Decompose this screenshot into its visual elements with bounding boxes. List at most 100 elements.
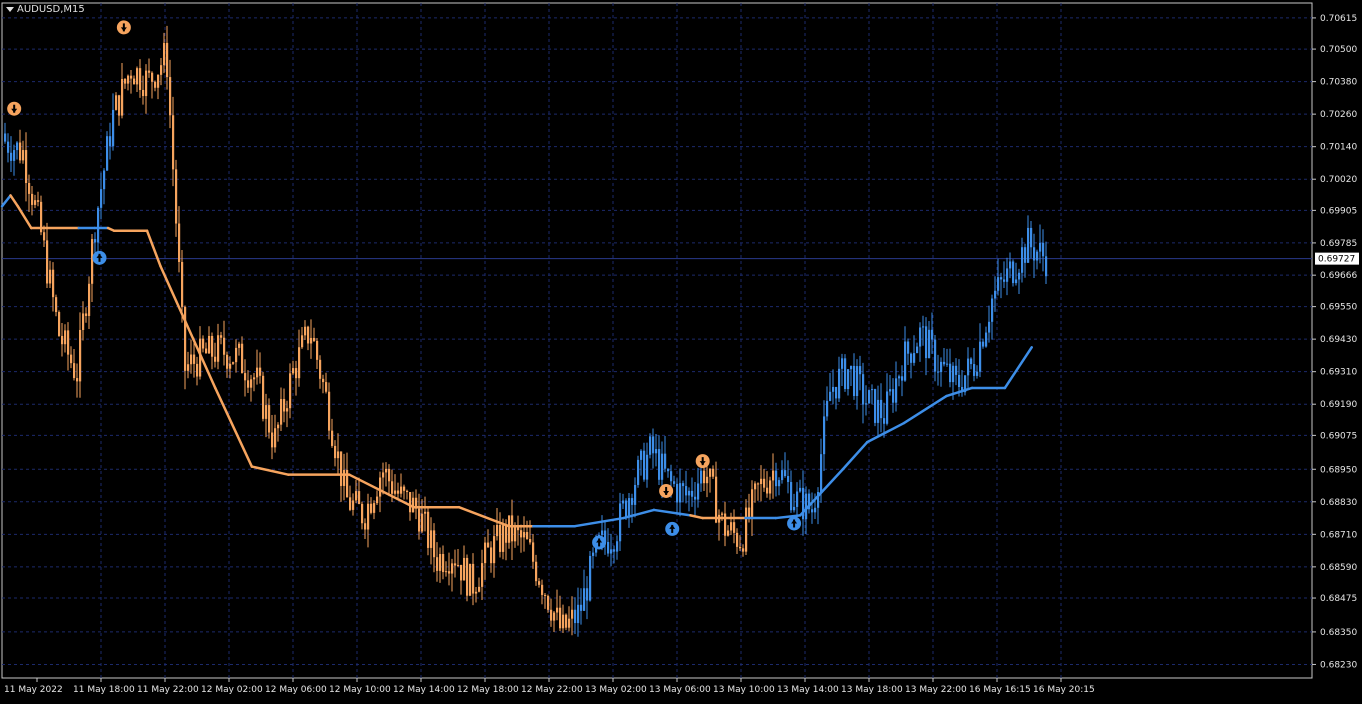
y-tick-label: 0.68230 (1320, 660, 1357, 670)
x-tick-label: 12 May 18:00 (457, 685, 519, 695)
candle-body (763, 478, 766, 488)
candle-body (229, 363, 232, 369)
y-tick-label: 0.70140 (1320, 143, 1357, 153)
candle-body (754, 483, 757, 490)
price-chart[interactable]: 0.70615 0.70500 0.70380 0.70260 0.70140 0.700… (0, 0, 1362, 700)
candle-body (937, 371, 940, 373)
candle-body (931, 329, 934, 340)
candle-body (472, 563, 475, 594)
candle-body (322, 378, 325, 383)
candle-body (859, 366, 862, 375)
candle-body (127, 75, 130, 84)
candle-body (247, 380, 250, 388)
candle-body (13, 150, 16, 161)
candle-body (703, 470, 706, 484)
candle-body (1045, 256, 1048, 277)
buy-arrow-icon (787, 516, 802, 531)
candle-body (580, 604, 583, 611)
x-tick-label: 13 May 18:00 (841, 685, 903, 695)
candle-body (691, 490, 694, 497)
candle-body (871, 389, 874, 391)
candle-body (601, 530, 604, 535)
candle-body (793, 506, 796, 511)
candle-body (904, 341, 907, 381)
candle-body (79, 329, 82, 382)
candle-body (166, 42, 169, 78)
candle-body (766, 487, 769, 494)
candle-body (934, 339, 937, 372)
x-tick-label: 13 May 10:00 (713, 685, 775, 695)
candle-body (877, 399, 880, 423)
y-tick-label: 0.70615 (1320, 14, 1357, 24)
candle-body (889, 389, 892, 392)
candle-body (865, 403, 868, 405)
candle-body (337, 451, 340, 459)
candle-body (154, 81, 157, 88)
candle-body (97, 207, 100, 243)
candle-body (1006, 268, 1009, 282)
x-tick-label: 13 May 22:00 (905, 685, 967, 695)
candle-body (148, 70, 151, 73)
candle-body (301, 335, 304, 348)
candle-body (4, 133, 7, 142)
candle-body (919, 327, 922, 347)
candle-body (742, 548, 745, 552)
candle-body (622, 500, 625, 504)
candle-body (103, 170, 106, 190)
candle-body (616, 541, 619, 552)
candle-body (175, 169, 178, 224)
candle-body (733, 522, 736, 533)
candle-body (541, 584, 544, 595)
candle-body (259, 367, 262, 376)
candle-body (772, 470, 775, 481)
candle-body (649, 436, 652, 455)
candle-body (124, 78, 127, 84)
candle-body (820, 454, 823, 493)
dropdown-triangle-icon[interactable] (6, 7, 14, 12)
y-tick-label: 0.69666 (1320, 271, 1357, 281)
candle-body (145, 70, 148, 97)
x-tick-label: 11 May 2022 (4, 685, 63, 695)
candle-body (10, 152, 13, 161)
candle-body (397, 490, 400, 494)
candle-body (514, 526, 517, 542)
candle-body (457, 565, 460, 567)
candle-body (748, 507, 751, 518)
candle-body (928, 329, 931, 359)
candle-body (946, 363, 949, 365)
candle-body (955, 365, 958, 375)
candle-body (970, 358, 973, 365)
candle-body (826, 400, 829, 417)
candle-body (478, 586, 481, 592)
x-tick-label: 12 May 10:00 (329, 685, 391, 695)
candle-body (520, 530, 523, 538)
candle-body (193, 354, 196, 364)
candle-body (160, 65, 163, 75)
x-tick-label: 13 May 02:00 (585, 685, 647, 695)
candle-body (838, 368, 841, 399)
candle-body (298, 347, 301, 379)
candle-body (163, 42, 166, 66)
candle-body (352, 500, 355, 510)
candle-body (340, 451, 343, 486)
candle-body (409, 492, 412, 513)
candle-body (697, 483, 700, 500)
y-tick-label: 0.68950 (1320, 465, 1357, 475)
candle-body (658, 449, 661, 480)
candle-body (592, 552, 595, 556)
candle-body (1039, 242, 1042, 252)
chart-area[interactable]: 0.70615 0.70500 0.70380 0.70260 0.70140 0.700… (0, 0, 1362, 700)
candle-body (670, 471, 673, 482)
y-tick-label: 0.70020 (1320, 175, 1357, 185)
candle-body (781, 470, 784, 481)
candle-body (814, 507, 817, 513)
symbol-timeframe-label[interactable]: AUDUSD,M15 (6, 4, 85, 15)
candle-body (151, 72, 154, 82)
candle-body (52, 269, 55, 298)
candle-body (373, 503, 376, 513)
candle-body (637, 459, 640, 485)
candle-body (844, 358, 847, 390)
y-tick-label: 0.68590 (1320, 563, 1357, 573)
candle-body (244, 373, 247, 381)
candle-body (70, 354, 73, 364)
